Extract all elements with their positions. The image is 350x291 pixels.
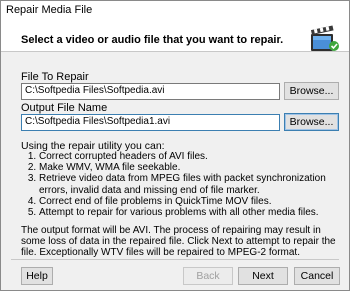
- feature-item: Correct end of file problems in QuickTim…: [39, 196, 339, 207]
- file-to-repair-label: File To Repair: [21, 71, 89, 83]
- browse-input-button[interactable]: Browse...: [284, 82, 339, 100]
- header-instruction: Select a video or audio file that you wa…: [21, 34, 284, 46]
- back-button[interactable]: Back: [183, 267, 233, 285]
- next-button[interactable]: Next: [238, 267, 288, 285]
- film-repair-icon: [310, 25, 339, 51]
- feature-item: Retrieve video data from MPEG files with…: [39, 173, 339, 195]
- output-file-name-label: Output File Name: [21, 102, 108, 114]
- footer-divider: [11, 259, 339, 260]
- window-title: Repair Media File: [6, 4, 93, 16]
- repair-media-file-dialog: Repair Media File Select a video or audi…: [0, 0, 350, 291]
- feature-item: Correct corrupted headers of AVI files.: [39, 151, 339, 162]
- output-format-note: The output format will be AVI. The proce…: [21, 225, 336, 259]
- dialog-header: Select a video or audio file that you wa…: [1, 19, 349, 52]
- cancel-button[interactable]: Cancel: [294, 267, 340, 285]
- feature-item: Attempt to repair for various problems w…: [39, 207, 339, 218]
- feature-list: Correct corrupted headers of AVI files. …: [21, 151, 339, 218]
- file-to-repair-input[interactable]: C:\Softpedia Files\Softpedia.avi: [21, 83, 280, 100]
- feature-item: Make WMV, WMA file seekable.: [39, 162, 339, 173]
- browse-output-button[interactable]: Browse...: [284, 113, 339, 131]
- output-file-name-input[interactable]: C:\Softpedia Files\Softpedia1.avi: [21, 114, 280, 131]
- help-button[interactable]: Help: [21, 267, 53, 285]
- title-bar: Repair Media File: [1, 1, 349, 19]
